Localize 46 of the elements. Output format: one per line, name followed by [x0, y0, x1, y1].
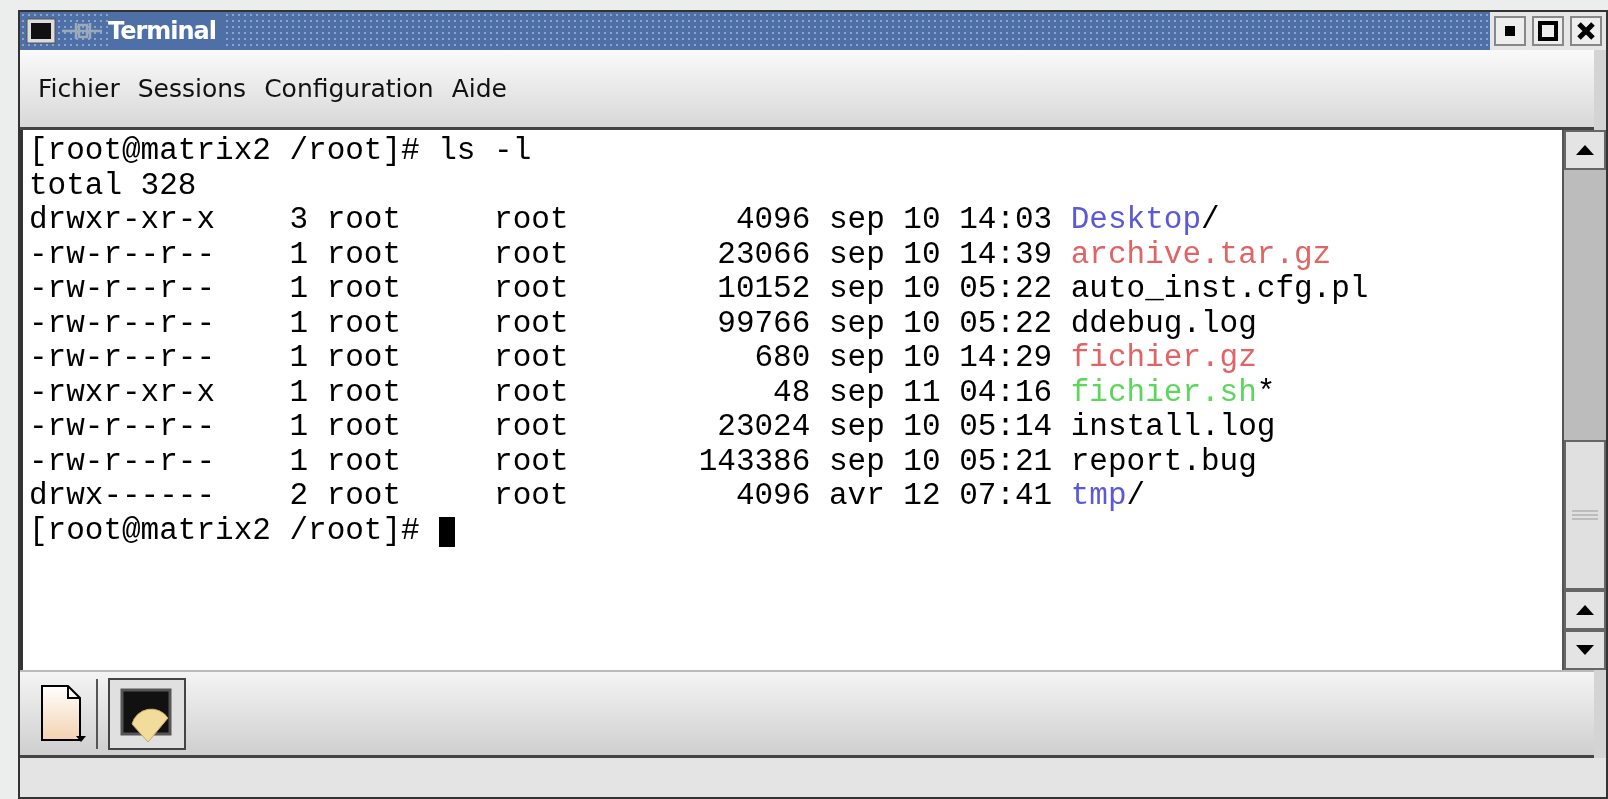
file-name: install.log [1070, 410, 1276, 445]
maximize-icon [1538, 21, 1558, 41]
scrollbar[interactable] [1562, 130, 1606, 670]
command-line: [root@matrix2 /root]# ls -l [29, 134, 532, 169]
file-name: fichier.gz [1070, 341, 1257, 376]
down-arrow-icon [1576, 645, 1594, 655]
scroll-down-button[interactable] [1564, 630, 1606, 670]
up-arrow-icon [1576, 145, 1594, 155]
new-document-icon[interactable] [40, 683, 86, 744]
maximize-button[interactable] [1532, 16, 1564, 46]
window-menu-icon[interactable] [26, 18, 56, 44]
file-details: -rw-r--r-- 1 root root 143386 sep 10 05:21 [29, 444, 1053, 479]
file-type-marker: / [1201, 203, 1220, 238]
close-icon [1576, 21, 1596, 41]
file-details: -rw-r--r-- 1 root root 23024 sep 10 05:14 [29, 410, 1053, 445]
scroll-up-button[interactable] [1564, 590, 1606, 630]
file-name: tmp [1070, 479, 1127, 514]
file-name: ddebug.log [1070, 306, 1257, 341]
file-details: -rw-r--r-- 1 root root 99766 sep 10 05:22 [29, 306, 1053, 341]
minimize-icon [1505, 26, 1515, 36]
menu-item[interactable]: Sessions [137, 69, 247, 108]
minimize-button[interactable] [1494, 16, 1526, 46]
file-type-marker: / [1126, 479, 1146, 514]
terminal-shell-icon[interactable] [108, 677, 186, 750]
scroll-up-button[interactable] [1564, 130, 1606, 170]
menu-item[interactable]: Configuration [264, 69, 434, 108]
file-name: fichier.sh [1070, 375, 1257, 410]
file-name: Desktop [1070, 203, 1201, 238]
file-name: archive.tar.gz [1070, 237, 1332, 272]
file-details: drwx------ 2 root root 4096 avr 12 07:41 [29, 479, 1053, 514]
file-details: drwxr-xr-x 3 root root 4096 sep 10 14:03 [29, 203, 1053, 238]
file-details: -rw-r--r-- 1 root root 680 sep 10 14:29 [29, 341, 1053, 376]
file-name: auto_inst.cfg.pl [1070, 272, 1369, 307]
menu-item[interactable]: Aide [451, 69, 507, 108]
window-title: Terminal [108, 13, 225, 49]
file-details: -rw-r--r-- 1 root root 23066 sep 10 14:39 [29, 237, 1053, 272]
file-details: -rw-r--r-- 1 root root 10152 sep 10 05:22 [29, 272, 1053, 307]
file-name: report.bug [1070, 444, 1257, 479]
file-details: -rwxr-xr-x 1 root root 48 sep 11 04:16 [29, 375, 1053, 410]
up-arrow-icon [1576, 605, 1594, 615]
close-button[interactable] [1570, 16, 1602, 46]
output-line: total 328 [29, 168, 197, 203]
command-line: [root@matrix2 /root]# [29, 513, 420, 548]
menu-item[interactable]: Fichier [38, 69, 120, 108]
scrollbar-thumb[interactable] [1564, 440, 1606, 590]
file-type-marker: * [1256, 375, 1276, 410]
